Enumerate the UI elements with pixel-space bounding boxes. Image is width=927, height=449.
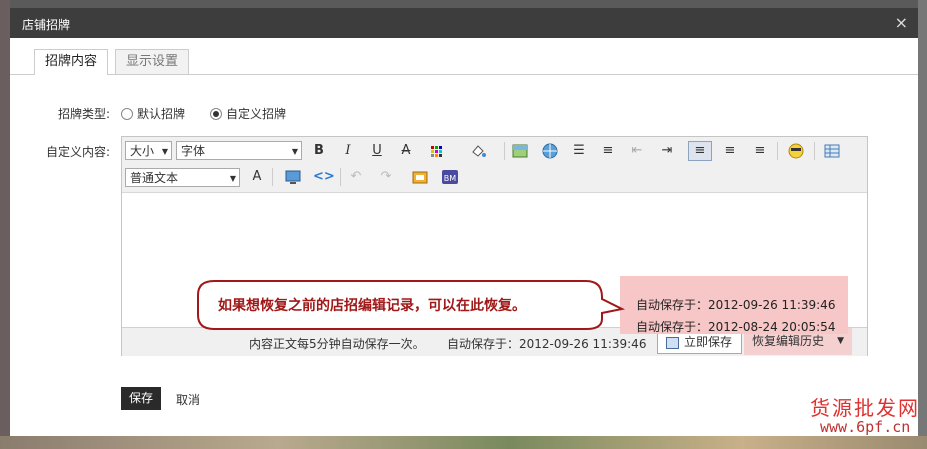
- align-right-icon[interactable]: ≡: [750, 141, 770, 161]
- italic-icon[interactable]: I: [338, 141, 358, 161]
- font-family-select[interactable]: 字体 ▼: [176, 141, 302, 160]
- bucket-shape: [472, 145, 486, 157]
- background-right: [918, 0, 927, 449]
- tab-display-settings[interactable]: 显示设置: [115, 49, 190, 74]
- toolbar-divider: [272, 168, 273, 186]
- source-code-icon[interactable]: <>: [313, 167, 335, 187]
- spell-check-icon[interactable]: A: [247, 167, 267, 187]
- bm-icon[interactable]: BM: [440, 167, 460, 187]
- media-icon[interactable]: [283, 167, 303, 187]
- close-icon[interactable]: ×: [895, 13, 908, 32]
- save-now-label: 立即保存: [684, 335, 733, 349]
- tab-bar: 招牌内容 显示设置: [10, 38, 918, 75]
- paragraph-format-value: 普通文本: [130, 171, 179, 185]
- tip-callout: 如果想恢复之前的店招编辑记录，可以在此恢复。: [188, 279, 626, 330]
- indent-icon[interactable]: ⇥: [657, 141, 677, 161]
- table-icon[interactable]: [822, 141, 842, 161]
- radio-default-sign[interactable]: 默认招牌: [121, 105, 185, 122]
- radio-icon[interactable]: [121, 107, 133, 120]
- image-shape: [512, 144, 528, 158]
- custom-content-label: 自定义内容:: [46, 145, 111, 159]
- paragraph-format-select[interactable]: 普通文本 ▼: [125, 168, 240, 187]
- flash-shape: [412, 171, 428, 184]
- font-size-select[interactable]: 大小 ▼: [125, 141, 172, 160]
- save-icon: [666, 337, 679, 349]
- image-icon[interactable]: [510, 141, 530, 161]
- background-bottom: [0, 436, 927, 449]
- flash-icon[interactable]: [410, 167, 430, 187]
- bulleted-list-icon[interactable]: ☰: [569, 141, 589, 161]
- toolbar-divider: [504, 142, 505, 160]
- radio-custom-sign[interactable]: 自定义招牌: [210, 105, 286, 122]
- globe-shape: [542, 143, 558, 159]
- callout-text: 如果想恢复之前的店招编辑记录，可以在此恢复。: [218, 298, 526, 314]
- align-center-icon[interactable]: ≡: [720, 141, 740, 161]
- shop-sign-dialog: 店铺招牌 × 招牌内容 显示设置 招牌类型: 默认招牌 自定义招牌 自定义内容:…: [10, 8, 918, 436]
- numbered-list-icon[interactable]: ≡: [598, 141, 618, 161]
- font-size-value: 大小: [130, 144, 155, 158]
- monitor-shape: [285, 170, 301, 184]
- emoticon-icon[interactable]: [786, 141, 806, 161]
- restore-history-dropdown: 自动保存于：2012-09-26 11:39:46 自动保存于：2012-08-…: [620, 276, 848, 334]
- background-left: [0, 0, 10, 449]
- bold-icon[interactable]: B: [309, 141, 329, 161]
- font-family-value: 字体: [181, 144, 206, 158]
- watermark-url: www.6pf.cn: [820, 418, 911, 436]
- undo-icon[interactable]: ↶: [346, 167, 366, 187]
- editor-toolbar: 大小 ▼ 字体 ▼ B I U A ☰ ≡ ⇤ ⇥ ≡ ≡ ≡ 普通文本 ▼ A…: [122, 137, 867, 193]
- radio-custom-label: 自定义招牌: [226, 107, 287, 121]
- radio-default-label: 默认招牌: [137, 107, 186, 121]
- align-left-icon[interactable]: ≡: [688, 141, 712, 161]
- font-color-icon[interactable]: [427, 141, 447, 161]
- watermark-title: 货源批发网: [810, 396, 920, 420]
- autosave-note: 内容正文每5分钟自动保存一次。: [249, 337, 425, 351]
- bm-shape: BM: [442, 170, 458, 184]
- strikethrough-icon[interactable]: A: [396, 141, 416, 161]
- toolbar-divider: [814, 142, 815, 160]
- table-shape: [824, 144, 840, 158]
- dialog-titlebar: 店铺招牌 ×: [10, 8, 918, 38]
- toolbar-divider: [340, 168, 341, 186]
- outdent-icon[interactable]: ⇤: [627, 141, 647, 161]
- restore-history-label: 恢复编辑历史: [752, 334, 825, 348]
- svg-text:BM: BM: [444, 174, 456, 183]
- radio-icon[interactable]: [210, 107, 222, 120]
- highlight-icon[interactable]: [468, 141, 488, 161]
- sign-type-label: 招牌类型:: [58, 107, 111, 121]
- tab-sign-content[interactable]: 招牌内容: [34, 49, 109, 75]
- toolbar-divider: [777, 142, 778, 160]
- redo-icon[interactable]: ↷: [376, 167, 396, 187]
- history-item[interactable]: 自动保存于：2012-09-26 11:39:46: [636, 296, 835, 313]
- cancel-button[interactable]: 取消: [176, 391, 200, 408]
- save-button[interactable]: 保存: [121, 387, 161, 410]
- underline-icon[interactable]: U: [367, 141, 387, 161]
- smiley-shape: [788, 143, 804, 159]
- dialog-title: 店铺招牌: [22, 18, 71, 32]
- autosave-time: 自动保存于：2012-09-26 11:39:46: [447, 337, 647, 351]
- color-grid: [431, 146, 442, 157]
- link-icon[interactable]: [540, 141, 560, 161]
- history-item[interactable]: 自动保存于：2012-08-24 20:05:54: [636, 318, 835, 335]
